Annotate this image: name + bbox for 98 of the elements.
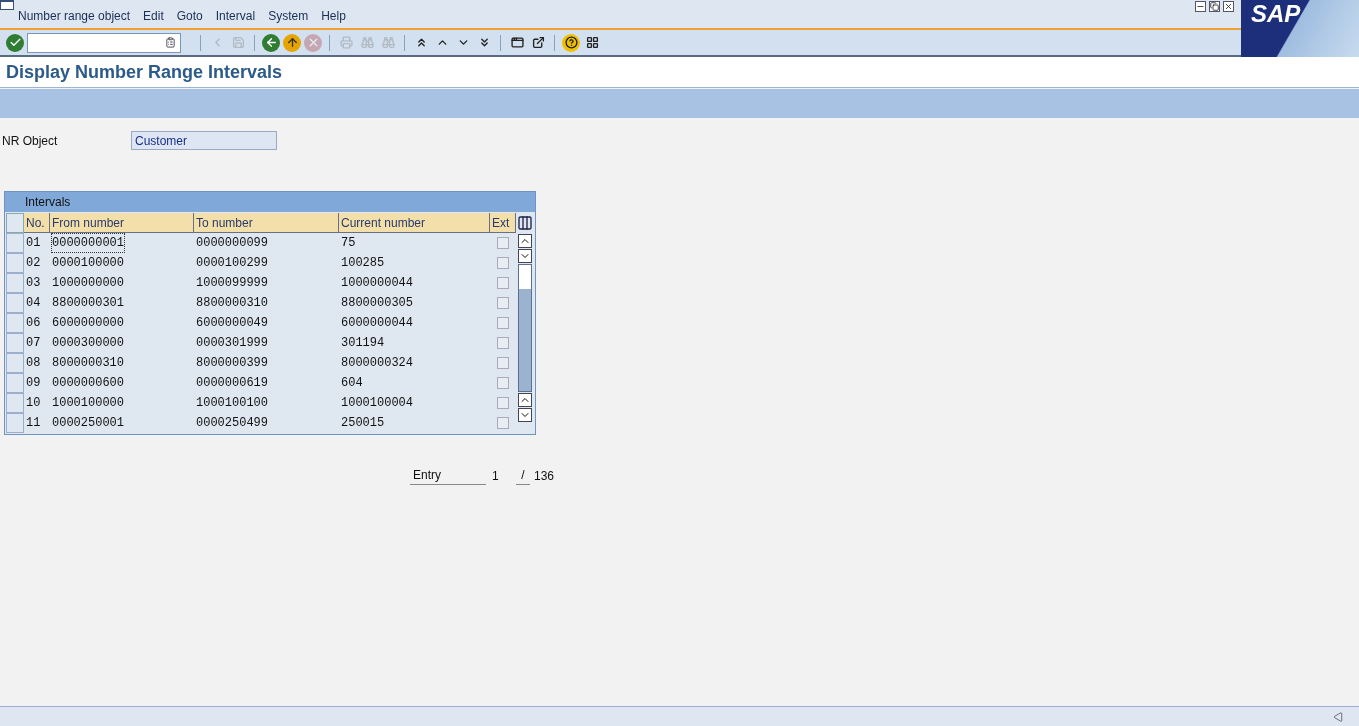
table-cell-text: 75	[340, 235, 357, 252]
field-label: NR Object	[1, 132, 59, 150]
table-cell-text: 6000000049	[195, 315, 269, 332]
table-cell: 0000000001	[52, 234, 124, 252]
menu-item[interactable]: Edit	[143, 7, 164, 25]
table-cell-text: 0000300000	[52, 335, 124, 352]
column-header[interactable]: Ext	[490, 213, 516, 233]
table-cell-text: 250015	[340, 415, 386, 432]
table-cell-text: 8000000310	[52, 355, 124, 372]
restore-icon[interactable]	[1209, 1, 1220, 12]
column-header[interactable]: From number	[50, 213, 194, 233]
checkbox[interactable]	[497, 417, 509, 429]
table-cell-text: 100285	[340, 255, 386, 272]
menu-item[interactable]: Interval	[215, 7, 256, 25]
select-all-cell[interactable]	[6, 213, 24, 233]
checkbox[interactable]	[497, 257, 509, 269]
row-selector[interactable]	[6, 273, 24, 293]
row-selector[interactable]	[6, 313, 24, 333]
row-selector[interactable]	[6, 233, 24, 253]
table-cell-text: 1000099999	[195, 275, 269, 292]
table-cell-text: 0000250499	[195, 415, 269, 432]
entry-separator: /	[516, 466, 530, 485]
checkbox[interactable]	[497, 317, 509, 329]
table-cell-text: 11	[25, 415, 42, 432]
menu-item[interactable]: Number range object	[18, 7, 131, 25]
entry-label: Entry	[410, 466, 486, 485]
menu-item[interactable]: Help	[321, 7, 346, 25]
table-cell-text: 0000250001	[52, 415, 124, 432]
table-cell-text: 0000000619	[195, 375, 269, 392]
table-cell-text: 07	[25, 335, 42, 352]
table-cell-text: 0000000099	[195, 235, 269, 252]
table-cell-text: 301194	[340, 335, 386, 352]
triangle-icon[interactable]	[1333, 711, 1343, 722]
table-cell-text: 0000000600	[52, 375, 124, 392]
entry-total: 136	[534, 467, 555, 485]
scroll-up-icon[interactable]	[518, 393, 532, 407]
row-selector[interactable]	[6, 353, 24, 373]
table-cell-text: 8000000399	[195, 355, 269, 372]
table-cell-text: 03	[25, 275, 42, 292]
menu-icon[interactable]	[0, 0, 14, 10]
table-cell-text: 1000100000	[52, 395, 124, 412]
menu-item[interactable]: Goto	[176, 7, 203, 25]
page-title: Display Number Range Intervals	[6, 60, 283, 84]
menu-item[interactable]: System	[268, 7, 309, 25]
table-cell-text: 0000100000	[52, 255, 124, 272]
table-cell-text: 06	[25, 315, 42, 332]
back-icon[interactable]	[262, 33, 280, 52]
enter-check-icon[interactable]	[6, 33, 24, 52]
column-header[interactable]: To number	[194, 213, 339, 233]
checkbox[interactable]	[497, 237, 509, 249]
row-selector[interactable]	[6, 253, 24, 273]
checkbox[interactable]	[497, 377, 509, 389]
command-field[interactable]	[27, 32, 181, 53]
checkbox[interactable]	[497, 397, 509, 409]
table-cell-text: 1000100004	[340, 395, 414, 412]
scroll-down-icon[interactable]	[518, 408, 532, 422]
scroll-up-icon[interactable]	[518, 234, 532, 248]
table-cell-text: 01	[25, 235, 42, 252]
logo: SAP	[1241, 0, 1359, 57]
row-selector[interactable]	[6, 293, 24, 313]
table-cell-text: 1000000044	[340, 275, 414, 292]
help-icon[interactable]	[562, 33, 580, 52]
row-selector[interactable]	[6, 333, 24, 353]
table-cell-text: 0000100299	[195, 255, 269, 272]
table-cell-text: 04	[25, 295, 42, 312]
table-cell-text: 8800000305	[340, 295, 414, 312]
nr-object-field[interactable]: Customer	[131, 131, 277, 150]
row-selector[interactable]	[6, 373, 24, 393]
checkbox[interactable]	[497, 357, 509, 369]
row-selector[interactable]	[6, 413, 24, 433]
close-icon[interactable]	[1223, 1, 1234, 12]
column-settings-icon[interactable]	[517, 215, 533, 231]
clipboard-icon	[165, 37, 176, 48]
table-cell-text: 8000000324	[340, 355, 414, 372]
entry-value: 1	[491, 467, 500, 485]
table-cell-text: 0000301999	[195, 335, 269, 352]
scrollbar-thumb[interactable]	[519, 265, 531, 289]
table-cell-text: 8800000301	[52, 295, 124, 312]
minimize-icon[interactable]	[1195, 1, 1206, 12]
exit-icon[interactable]	[283, 33, 301, 52]
checkbox[interactable]	[497, 297, 509, 309]
scroll-down-icon[interactable]	[518, 249, 532, 263]
table-cell-text: 09	[25, 375, 42, 392]
column-header[interactable]: No.	[24, 213, 50, 233]
table-cell-text: 604	[340, 375, 364, 392]
table-cell-text: 6000000000	[52, 315, 124, 332]
table-cell-text: 1000000000	[52, 275, 124, 292]
table-cell-text: 08	[25, 355, 42, 372]
column-header[interactable]: Current number	[339, 213, 490, 233]
table-cell-text: 8800000310	[195, 295, 269, 312]
checkbox[interactable]	[497, 337, 509, 349]
checkbox[interactable]	[497, 277, 509, 289]
row-selector[interactable]	[6, 393, 24, 413]
table-cell-text: 10	[25, 395, 42, 412]
table-cell-text: 6000000044	[340, 315, 414, 332]
table-cell-text: 02	[25, 255, 42, 272]
table-cell-text: 1000100100	[195, 395, 269, 412]
table-title: Intervals	[25, 194, 71, 211]
